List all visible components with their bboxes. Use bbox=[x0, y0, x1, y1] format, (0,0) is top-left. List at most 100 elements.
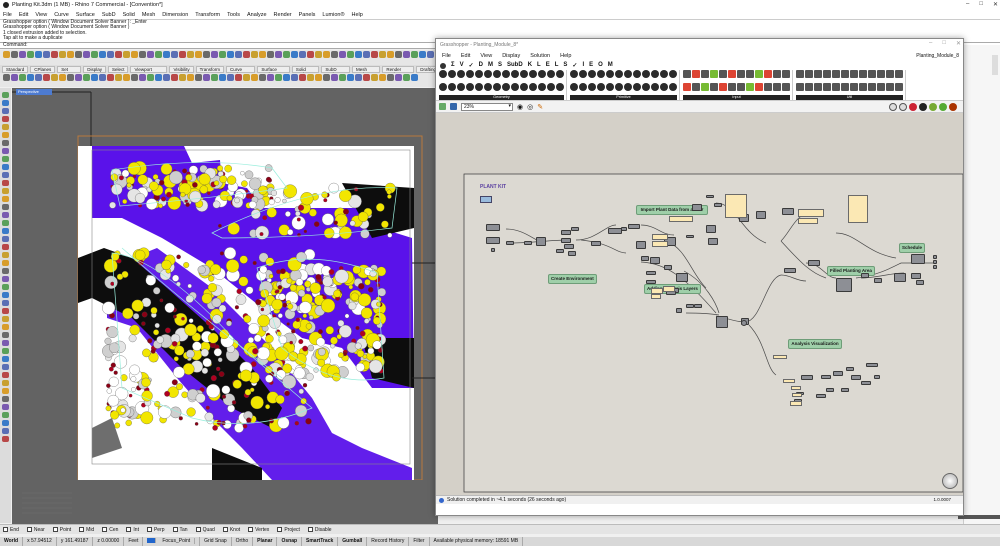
menu-item[interactable]: Panels bbox=[299, 12, 316, 18]
gh-component-icon[interactable] bbox=[859, 82, 867, 91]
tool-icon[interactable] bbox=[27, 51, 34, 58]
gh-component[interactable] bbox=[708, 238, 718, 245]
menu-item[interactable]: Surface bbox=[76, 12, 95, 18]
gh-component-icon[interactable] bbox=[606, 82, 614, 91]
osnap-checkbox[interactable] bbox=[3, 526, 8, 532]
tool-icon[interactable] bbox=[139, 74, 146, 81]
tool-icon[interactable] bbox=[195, 74, 202, 81]
gh-component-icon[interactable] bbox=[755, 82, 763, 91]
gh-component-icon[interactable] bbox=[570, 82, 578, 91]
tool-icon[interactable] bbox=[2, 212, 9, 218]
tool-icon[interactable] bbox=[2, 340, 9, 346]
tool-icon[interactable] bbox=[387, 74, 394, 81]
tool-icon[interactable] bbox=[315, 51, 322, 58]
tool-icon[interactable] bbox=[2, 276, 9, 282]
tool-icon[interactable] bbox=[147, 51, 154, 58]
gh-component-icon[interactable] bbox=[782, 82, 790, 91]
gh-component[interactable] bbox=[646, 271, 656, 275]
osnap-option[interactable]: Knot bbox=[222, 527, 240, 533]
tool-icon[interactable] bbox=[2, 244, 9, 250]
tool-icon[interactable] bbox=[371, 51, 378, 58]
layer-indicator[interactable]: Focus_Point bbox=[143, 537, 201, 546]
gh-component[interactable] bbox=[571, 227, 579, 231]
osnap-checkbox[interactable] bbox=[126, 526, 132, 532]
osnap-option[interactable]: Quad bbox=[195, 527, 215, 533]
tool-icon[interactable] bbox=[11, 74, 18, 81]
gh-component[interactable] bbox=[933, 260, 937, 264]
tool-icon[interactable] bbox=[2, 172, 9, 178]
tool-icon[interactable] bbox=[155, 51, 162, 58]
tool-icon[interactable] bbox=[107, 51, 114, 58]
tool-icon[interactable] bbox=[251, 51, 258, 58]
gh-component[interactable] bbox=[686, 235, 694, 238]
toolbar-tab[interactable]: Visibility bbox=[169, 65, 194, 73]
tool-icon[interactable] bbox=[283, 74, 290, 81]
gh-component[interactable] bbox=[816, 394, 826, 398]
gh-component[interactable] bbox=[916, 280, 924, 285]
gh-component-icon[interactable] bbox=[624, 82, 632, 91]
tool-icon[interactable] bbox=[171, 74, 178, 81]
gh-component-icon[interactable] bbox=[511, 82, 519, 91]
tool-icon[interactable] bbox=[2, 148, 9, 154]
toolbar-tab[interactable]: Mesh Tools bbox=[352, 65, 381, 77]
tool-icon[interactable] bbox=[2, 436, 9, 442]
osnap-option[interactable]: Mid bbox=[79, 527, 94, 533]
tool-icon[interactable] bbox=[2, 188, 9, 194]
gh-component[interactable] bbox=[911, 273, 921, 279]
toolbar-tab[interactable]: Display bbox=[83, 65, 106, 73]
tool-icon[interactable] bbox=[323, 74, 330, 81]
osnap-checkbox[interactable] bbox=[79, 526, 85, 532]
tool-icon[interactable] bbox=[371, 74, 378, 81]
tool-icon[interactable] bbox=[19, 74, 26, 81]
tool-icon[interactable] bbox=[2, 396, 9, 402]
gh-component-icon[interactable] bbox=[850, 70, 858, 78]
gh-component-icon[interactable] bbox=[651, 82, 659, 91]
menu-item[interactable]: Curve bbox=[54, 12, 69, 18]
tool-icon[interactable] bbox=[331, 74, 338, 81]
gh-component-icon[interactable] bbox=[615, 70, 623, 78]
gh-component-icon[interactable] bbox=[832, 70, 840, 78]
tool-icon[interactable] bbox=[323, 51, 330, 58]
gh-component[interactable] bbox=[782, 208, 794, 215]
osnap-option[interactable]: Project bbox=[277, 527, 300, 533]
gh-menu-item[interactable]: Display bbox=[502, 53, 520, 59]
tool-icon[interactable] bbox=[171, 51, 178, 58]
gh-component-icon[interactable] bbox=[484, 82, 492, 91]
gh-component-icon[interactable] bbox=[556, 70, 564, 78]
tool-icon[interactable] bbox=[3, 74, 10, 81]
gh-component-icon[interactable] bbox=[556, 82, 564, 91]
gh-component[interactable] bbox=[801, 375, 813, 380]
gh-component[interactable] bbox=[524, 241, 532, 245]
osnap-option[interactable]: Disable bbox=[307, 527, 332, 533]
gh-component-icon[interactable] bbox=[859, 70, 867, 78]
tool-icon[interactable] bbox=[2, 196, 9, 202]
tool-icon[interactable] bbox=[35, 51, 42, 58]
gh-menu-item[interactable]: Edit bbox=[461, 53, 470, 59]
tool-icon[interactable] bbox=[235, 51, 242, 58]
tool-icon[interactable] bbox=[411, 74, 418, 81]
tool-icon[interactable] bbox=[99, 51, 106, 58]
status-toggle[interactable]: Record History bbox=[367, 537, 410, 546]
tool-icon[interactable] bbox=[267, 51, 274, 58]
tool-icon[interactable] bbox=[43, 51, 50, 58]
gh-component-icon[interactable] bbox=[579, 82, 587, 91]
gh-component[interactable] bbox=[636, 241, 646, 249]
gh-component-icon[interactable] bbox=[520, 82, 528, 91]
gh-component-icon[interactable] bbox=[597, 70, 605, 78]
osnap-option[interactable]: Near bbox=[26, 527, 45, 533]
gh-component-icon[interactable] bbox=[823, 82, 831, 91]
gh-component[interactable] bbox=[846, 367, 854, 371]
gh-component-icon[interactable] bbox=[841, 70, 849, 78]
gh-component-icon[interactable] bbox=[692, 82, 700, 91]
menu-item[interactable]: Lumion® bbox=[322, 12, 344, 18]
gh-component-icon[interactable] bbox=[475, 82, 483, 91]
tool-icon[interactable] bbox=[2, 124, 9, 130]
tool-icon[interactable] bbox=[227, 51, 234, 58]
gh-component[interactable] bbox=[826, 388, 834, 392]
gh-component-icon[interactable] bbox=[764, 82, 772, 91]
preview-mode-icons[interactable] bbox=[889, 102, 957, 111]
tool-icon[interactable] bbox=[251, 74, 258, 81]
tool-icon[interactable] bbox=[2, 180, 9, 186]
gh-component-icon[interactable] bbox=[773, 70, 781, 78]
status-toggle[interactable]: Planar bbox=[253, 537, 278, 546]
